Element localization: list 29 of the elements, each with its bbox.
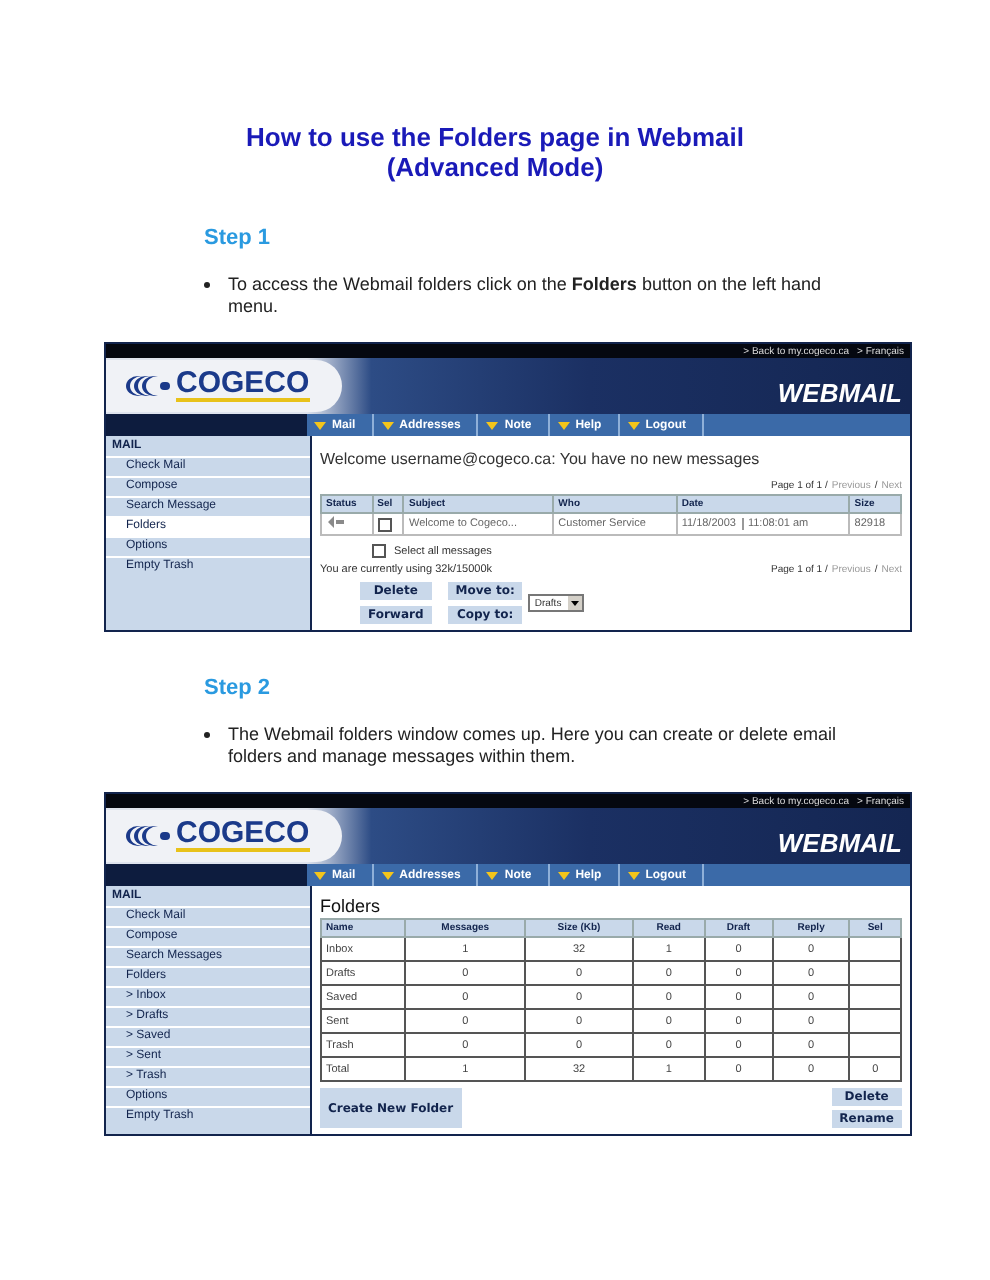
triangle-icon <box>486 421 499 429</box>
document-title: How to use the Folders page in Webmail <box>246 122 744 152</box>
logo-icon <box>126 374 170 398</box>
triangle-icon <box>627 871 640 879</box>
triangle-icon <box>314 871 326 879</box>
triangle-icon <box>557 421 570 429</box>
bullet-icon <box>204 732 210 738</box>
page-heading: Folders <box>320 896 381 916</box>
webmail-title: WEBMAIL <box>777 377 904 407</box>
checkbox[interactable] <box>372 544 386 558</box>
instruction-text: To access the Webmail folders click on the Folders button on the left hand menu. <box>228 274 824 318</box>
step-heading: Step 2 <box>204 676 271 700</box>
logo-text: COGECO <box>176 370 310 402</box>
logo-icon <box>126 824 170 848</box>
webmail-title: WEBMAIL <box>777 827 904 857</box>
welcome-message: Welcome username@cogeco.ca: You have no new messages <box>320 450 760 468</box>
triangle-icon <box>486 871 499 879</box>
triangle-icon <box>314 421 326 429</box>
bullet-icon <box>204 282 210 288</box>
logo-text: COGECO <box>176 820 310 852</box>
document-title: (Advanced Mode) <box>386 152 604 182</box>
dropdown-icon <box>567 596 582 610</box>
step-heading: Step 1 <box>204 226 271 250</box>
triangle-icon <box>557 871 570 879</box>
triangle-icon <box>627 421 640 429</box>
triangle-icon <box>381 421 394 429</box>
checkbox[interactable] <box>377 517 392 531</box>
instruction-text: The Webmail folders window comes up. Here you can create or delete email folders and manage messages within them. <box>228 724 838 768</box>
triangle-icon <box>381 871 394 879</box>
